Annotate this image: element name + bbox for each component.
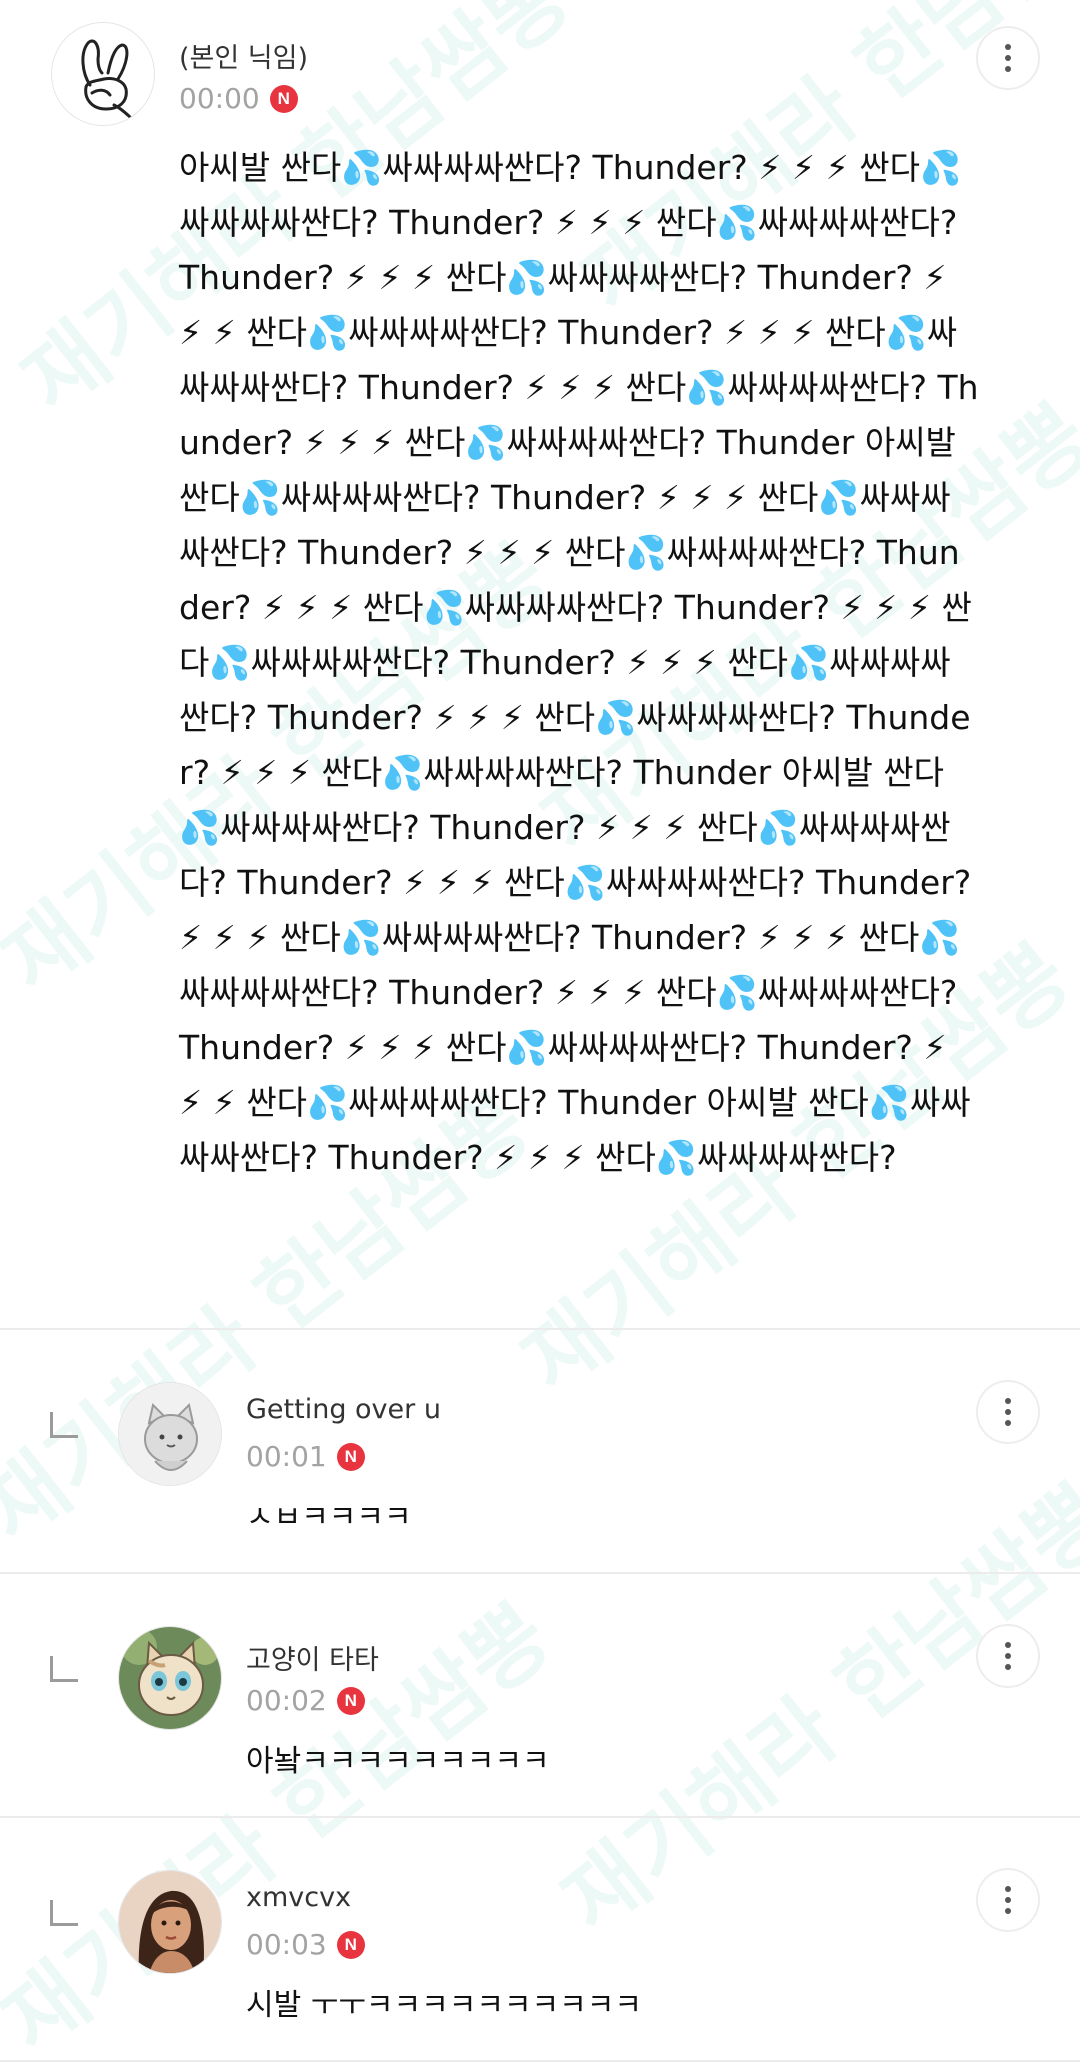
new-badge: N xyxy=(336,1686,365,1715)
comment-feed: (본인 닉임) 00:00 N 아씨발 싼다💦싸싸싸싸싼다? Thunder? … xyxy=(0,0,1080,2062)
comment-meta: 00:01 N xyxy=(246,1440,365,1473)
timestamp: 00:01 xyxy=(246,1440,327,1473)
nickname[interactable]: Getting over u xyxy=(246,1394,441,1425)
more-icon xyxy=(1005,1642,1011,1648)
comment-text: 아씨발 싼다💦싸싸싸싸싼다? Thunder? ⚡ ⚡ ⚡ 싼다💦싸싸싸싸싼다?… xyxy=(179,148,979,1177)
reply-arrow-icon xyxy=(50,1412,78,1438)
comment: (본인 닉임) 00:00 N 아씨발 싼다💦싸싸싸싸싼다? Thunder? … xyxy=(0,0,1080,1330)
comment-meta: 00:02 N xyxy=(246,1684,365,1717)
comment-text: 아놬ㅋㅋㅋㅋㅋㅋㅋㅋㅋ xyxy=(246,1744,550,1779)
more-icon-dot xyxy=(1005,1409,1011,1415)
nickname[interactable]: 고양이 타타 xyxy=(246,1638,379,1677)
avatar[interactable] xyxy=(118,1382,222,1486)
cartoon-cat-avatar-icon xyxy=(119,1627,221,1729)
more-icon xyxy=(1005,1398,1011,1404)
reply-arrow-icon xyxy=(50,1900,78,1926)
comment-meta: 00:00 N xyxy=(179,82,298,115)
reply-arrow-icon xyxy=(50,1656,78,1682)
reply-comment: xmvcvx 00:03 N 시발 ㅜㅜㅋㅋㅋㅋㅋㅋㅋㅋㅋㅋ xyxy=(0,1818,1080,2062)
more-icon-dot xyxy=(1005,1897,1011,1903)
comment-meta: 00:03 N xyxy=(246,1928,365,1961)
gray-cat-avatar-icon xyxy=(119,1383,221,1485)
more-options-button[interactable] xyxy=(976,26,1040,90)
reply-comment: 고양이 타타 00:02 N 아놬ㅋㅋㅋㅋㅋㅋㅋㅋㅋ xyxy=(0,1574,1080,1818)
more-icon-dot xyxy=(1005,1653,1011,1659)
more-icon xyxy=(1005,44,1011,50)
woman-photo-avatar-icon xyxy=(119,1871,221,1973)
new-badge: N xyxy=(269,84,298,113)
timestamp: 00:02 xyxy=(246,1684,327,1717)
nickname[interactable]: (본인 닉임) xyxy=(179,36,308,75)
timestamp: 00:03 xyxy=(246,1928,327,1961)
new-badge: N xyxy=(336,1930,365,1959)
comment-text: ㅅㅂㅋㅋㅋㅋ xyxy=(246,1500,412,1535)
avatar[interactable] xyxy=(118,1626,222,1730)
more-options-button[interactable] xyxy=(976,1868,1040,1932)
new-badge: N xyxy=(336,1442,365,1471)
timestamp: 00:00 xyxy=(179,82,260,115)
reply-comment: Getting over u 00:01 N ㅅㅂㅋㅋㅋㅋ xyxy=(0,1330,1080,1574)
rabbit-doodle-icon xyxy=(52,23,154,125)
more-icon-dot xyxy=(1005,1420,1011,1426)
avatar[interactable] xyxy=(51,22,155,126)
more-icon-dot xyxy=(1005,1908,1011,1914)
more-icon-dot xyxy=(1005,1664,1011,1670)
more-icon-dot xyxy=(1005,55,1011,61)
more-icon xyxy=(1005,1886,1011,1892)
avatar[interactable] xyxy=(118,1870,222,1974)
more-options-button[interactable] xyxy=(976,1380,1040,1444)
nickname[interactable]: xmvcvx xyxy=(246,1882,351,1913)
comment-text: 시발 ㅜㅜㅋㅋㅋㅋㅋㅋㅋㅋㅋㅋ xyxy=(246,1988,642,2023)
more-icon-dot xyxy=(1005,66,1011,72)
more-options-button[interactable] xyxy=(976,1624,1040,1688)
